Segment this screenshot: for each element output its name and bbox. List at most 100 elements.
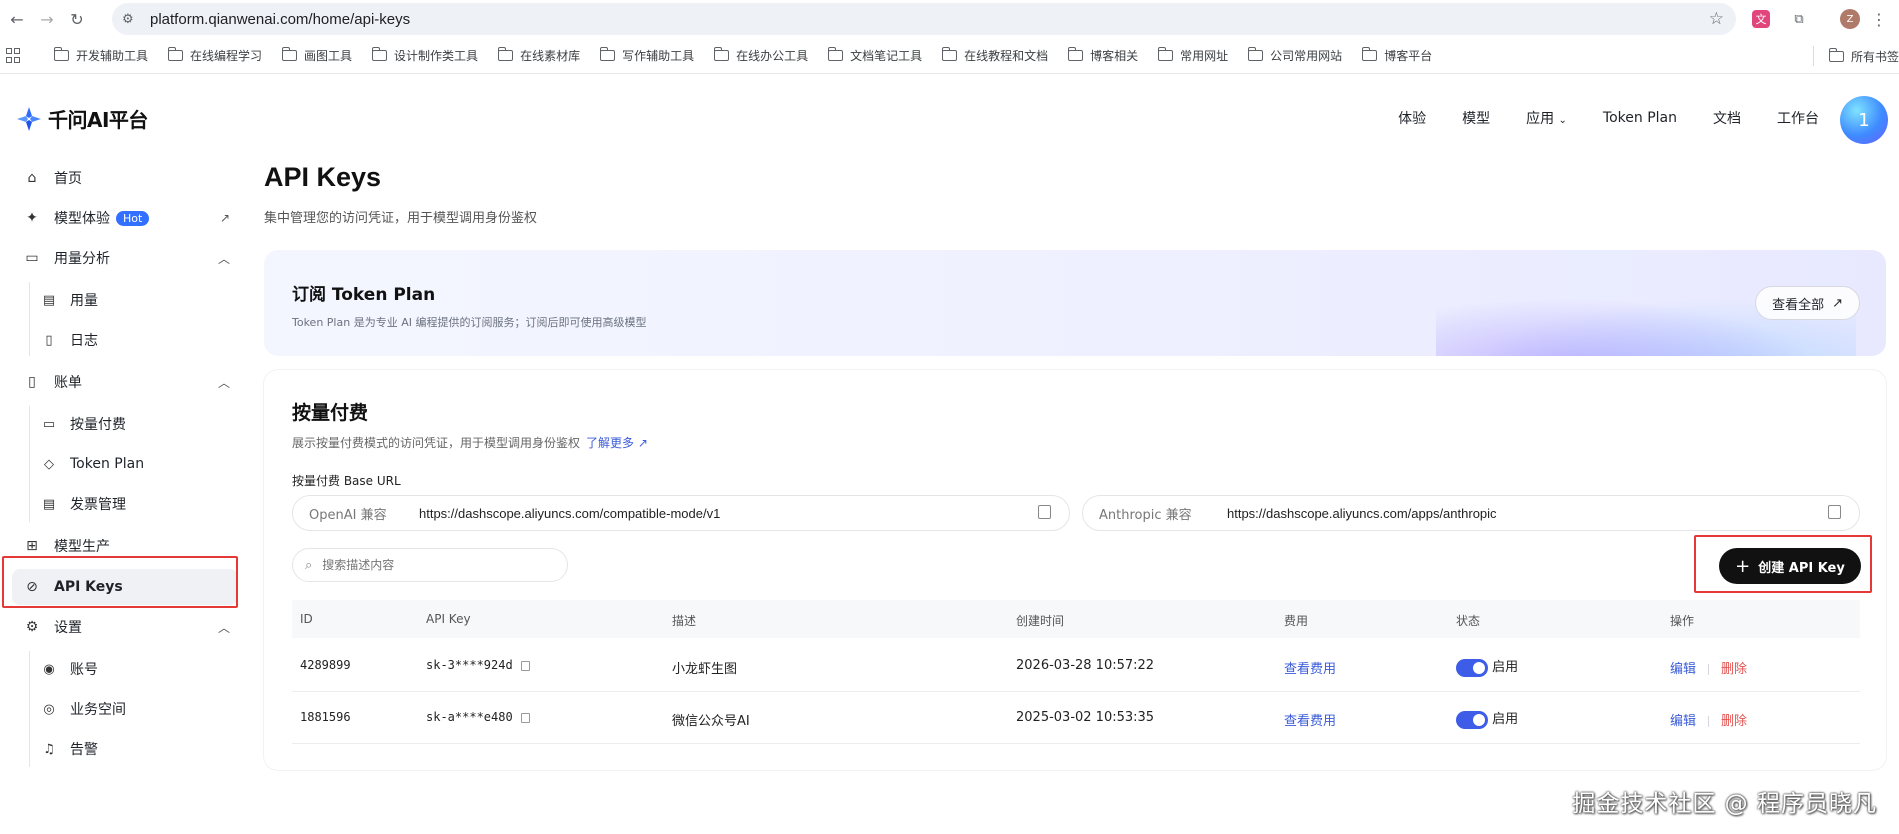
- bookmark-label: 开发辅助工具: [76, 49, 149, 63]
- highlight-box-sidebar: [2, 556, 238, 608]
- page-title: API Keys: [264, 162, 382, 192]
- search-input[interactable]: [322, 558, 543, 572]
- apps-grid-icon[interactable]: [6, 47, 22, 64]
- section-description-text: 展示按量付费模式的访问凭证，用于模型调用身份鉴权: [292, 436, 581, 450]
- highlight-box-create: [1694, 535, 1872, 593]
- delete-link[interactable]: 删除: [1721, 662, 1747, 677]
- sidebar-item-invoice[interactable]: ▤ 发票管理: [40, 486, 238, 522]
- bookmark-label: 博客平台: [1384, 49, 1433, 63]
- top-nav: 体验 模型 应用 ⌄ Token Plan 文档 工作台: [1362, 108, 1819, 128]
- sidebar-item-account[interactable]: ◉ 账号: [40, 651, 238, 687]
- bookmark-folder[interactable]: 在线素材库: [498, 47, 580, 64]
- sidebar-item-usage-analysis[interactable]: ▭ 用量分析 ︿: [12, 240, 238, 276]
- bookmark-folder[interactable]: 常用网址: [1158, 47, 1228, 64]
- view-fee-link[interactable]: 查看费用: [1284, 658, 1336, 677]
- sidebar-item-workspace[interactable]: ◎ 业务空间: [40, 691, 238, 727]
- nav-models[interactable]: 模型: [1462, 108, 1490, 128]
- nav-token-plan[interactable]: Token Plan: [1603, 110, 1677, 126]
- bookmark-folder[interactable]: 设计制作类工具: [372, 47, 478, 64]
- delete-link[interactable]: 删除: [1721, 714, 1747, 729]
- view-fee-link[interactable]: 查看费用: [1284, 710, 1336, 729]
- section-description: 展示按量付费模式的访问凭证，用于模型调用身份鉴权 了解更多 ↗: [292, 434, 648, 451]
- nav-experience[interactable]: 体验: [1398, 108, 1426, 128]
- bookmark-folder[interactable]: 公司常用网站: [1248, 47, 1342, 64]
- copy-icon[interactable]: [1828, 505, 1841, 519]
- sidebar-item-billing[interactable]: ▯ 账单 ︿: [12, 364, 238, 400]
- bookmark-folder[interactable]: 写作辅助工具: [600, 47, 694, 64]
- home-icon: ⌂: [27, 170, 37, 186]
- bookmark-label: 在线编程学习: [190, 49, 263, 63]
- sidebar-item-token-plan[interactable]: ◇ Token Plan: [40, 446, 238, 482]
- bookmark-folder[interactable]: 博客平台: [1362, 47, 1432, 64]
- sidebar-item-usage[interactable]: ▤ 用量: [40, 282, 238, 318]
- sidebar-item-label: Token Plan: [70, 456, 145, 472]
- cell-description: 微信公众号AI: [672, 714, 750, 729]
- table-row: 1881596 sk-a****e480 微信公众号AI 2025-03-02 …: [292, 692, 1860, 744]
- bookmark-folder[interactable]: 文档笔记工具: [828, 47, 922, 64]
- bookmark-folder[interactable]: 在线办公工具: [714, 47, 808, 64]
- tree-guide-line: [29, 282, 30, 356]
- bill-icon: ▯: [28, 374, 36, 390]
- nav-apps[interactable]: 应用 ⌄: [1526, 108, 1567, 128]
- folder-icon: [714, 47, 730, 61]
- bookmark-star-icon[interactable]: ☆: [1709, 9, 1724, 29]
- address-bar[interactable]: ⚙ platform.qianwenai.com/home/api-keys ☆: [112, 3, 1736, 35]
- folder-icon: [168, 47, 184, 61]
- column-header: 操作: [1670, 614, 1695, 628]
- user-avatar[interactable]: 1: [1840, 96, 1888, 144]
- section-title: 按量付费: [292, 402, 369, 424]
- app-logo[interactable]: 千问AI平台: [16, 104, 148, 133]
- learn-more-link[interactable]: 了解更多 ↗: [586, 436, 648, 450]
- status-toggle[interactable]: [1456, 710, 1488, 729]
- bookmark-folder[interactable]: 画图工具: [282, 47, 352, 64]
- cell-actions: 编辑 删除: [1670, 710, 1747, 729]
- sidebar-item-label: 用量: [70, 293, 98, 309]
- token-plan-banner: 订阅 Token Plan Token Plan 是为专业 AI 编程提供的订阅…: [264, 250, 1886, 356]
- all-bookmarks-folder[interactable]: 所有书签: [1828, 38, 1899, 74]
- copy-icon[interactable]: [520, 660, 530, 671]
- profile-avatar[interactable]: Z: [1840, 9, 1860, 29]
- sidebar-item-alerts[interactable]: ♫ 告警: [40, 731, 238, 767]
- bookmark-label: 在线素材库: [520, 49, 581, 63]
- card-icon: ▭: [42, 416, 56, 432]
- bookmark-folder[interactable]: 在线编程学习: [168, 47, 262, 64]
- user-circle-icon: ◉: [43, 661, 55, 677]
- status-label: 启用: [1492, 660, 1519, 675]
- status-toggle[interactable]: [1456, 658, 1488, 677]
- nav-docs[interactable]: 文档: [1713, 108, 1741, 128]
- logo-text: 千问AI平台: [48, 108, 148, 132]
- sidebar-item-label: 告警: [70, 742, 98, 758]
- external-link-icon[interactable]: ↗: [220, 211, 230, 225]
- edit-link[interactable]: 编辑: [1670, 662, 1696, 677]
- sidebar-item-pay-as-you-go[interactable]: ▭ 按量付费: [40, 406, 238, 442]
- openai-url[interactable]: https://dashscope.aliyuncs.com/compatibl…: [419, 506, 720, 521]
- forward-icon[interactable]: →: [34, 6, 60, 32]
- extensions-icon[interactable]: ⧉: [1788, 8, 1810, 30]
- blocks-icon: ⊞: [26, 538, 38, 554]
- sidebar-item-label: 按量付费: [70, 417, 126, 433]
- site-info-icon[interactable]: ⚙: [122, 12, 144, 27]
- anthropic-url[interactable]: https://dashscope.aliyuncs.com/apps/anth…: [1227, 506, 1497, 521]
- edit-link[interactable]: 编辑: [1670, 714, 1696, 729]
- view-all-button[interactable]: 查看全部 ↗: [1755, 286, 1860, 320]
- search-box: ⌕: [292, 548, 568, 582]
- bookmark-label: 博客相关: [1090, 49, 1139, 63]
- sidebar-item-model-experience[interactable]: ✦ 模型体验 Hot ↗: [12, 200, 238, 236]
- nav-workbench[interactable]: 工作台: [1777, 108, 1819, 128]
- back-icon[interactable]: ←: [4, 6, 30, 32]
- bookmark-folder[interactable]: 在线教程和文档: [942, 47, 1048, 64]
- sidebar-item-home[interactable]: ⌂ 首页: [12, 160, 238, 196]
- sidebar-item-settings[interactable]: ⚙ 设置 ︿: [12, 609, 238, 645]
- action-divider: [1708, 716, 1710, 727]
- copy-icon[interactable]: [520, 712, 530, 723]
- bookmark-folder[interactable]: 开发辅助工具: [54, 47, 148, 64]
- translate-extension-icon[interactable]: 文: [1752, 10, 1770, 28]
- copy-icon[interactable]: [1038, 505, 1051, 519]
- document-chart-icon: ▤: [42, 292, 56, 308]
- openai-base-url-field: OpenAI 兼容 https://dashscope.aliyuncs.com…: [292, 495, 1070, 531]
- url-text[interactable]: platform.qianwenai.com/home/api-keys: [150, 11, 410, 28]
- bookmark-folder[interactable]: 博客相关: [1068, 47, 1138, 64]
- more-menu-icon[interactable]: ⋮: [1868, 8, 1890, 30]
- reload-icon[interactable]: ↻: [64, 6, 90, 32]
- sidebar-item-logs[interactable]: ▯ 日志: [40, 322, 238, 358]
